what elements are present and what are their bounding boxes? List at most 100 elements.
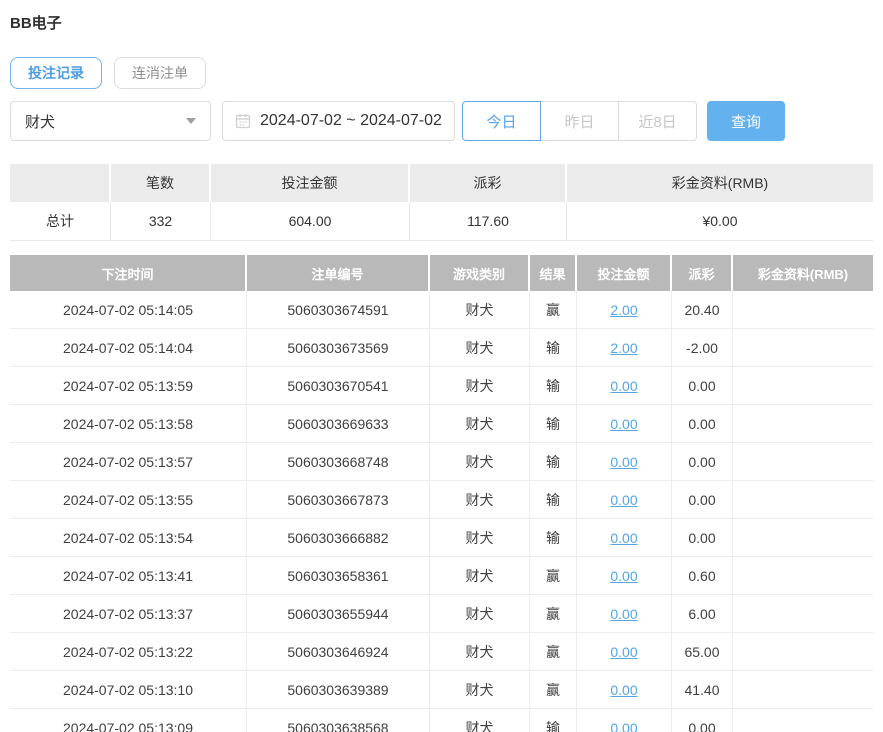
game-type-cell: 财犬	[430, 709, 530, 732]
result-cell: 输	[530, 405, 577, 442]
summary-header-cell: 投注金额	[211, 164, 410, 202]
order-id-cell: 5060303670541	[247, 367, 430, 404]
bonus-cell	[733, 519, 873, 556]
bet-amount-link[interactable]: 0.00	[610, 378, 637, 394]
bonus-cell	[733, 367, 873, 404]
order-id-cell: 5060303655944	[247, 595, 430, 632]
bonus-cell	[733, 595, 873, 632]
order-id-cell: 5060303638568	[247, 709, 430, 732]
bonus-cell	[733, 481, 873, 518]
bet-amount-link[interactable]: 0.00	[610, 720, 637, 732]
bet-time-cell: 2024-07-02 05:13:37	[10, 595, 247, 632]
bet-amount-cell: 2.00	[577, 291, 672, 328]
tab-bet-records-label: 投注记录	[28, 65, 84, 81]
tab-cancelled-orders[interactable]: 连消注单	[114, 57, 206, 89]
bet-amount-link[interactable]: 0.00	[610, 530, 637, 546]
bonus-cell	[733, 443, 873, 480]
payout-cell: 0.60	[672, 557, 733, 594]
today-button[interactable]: 今日	[462, 101, 541, 141]
bet-amount-link[interactable]: 0.00	[610, 454, 637, 470]
bet-amount-link[interactable]: 0.00	[610, 606, 637, 622]
bet-amount-link[interactable]: 2.00	[610, 340, 637, 356]
game-type-cell: 财犬	[430, 595, 530, 632]
summary-table: 笔数 投注金额 派彩 彩金资料(RMB) 总计 332 604.00 117.6…	[10, 164, 873, 241]
bet-time-cell: 2024-07-02 05:14:05	[10, 291, 247, 328]
bet-time-cell: 2024-07-02 05:14:04	[10, 329, 247, 366]
game-type-cell: 财犬	[430, 443, 530, 480]
summary-total-row: 总计 332 604.00 117.60 ¥0.00	[10, 202, 873, 241]
bonus-cell	[733, 405, 873, 442]
search-button[interactable]: 查询	[707, 101, 785, 141]
result-cell: 输	[530, 329, 577, 366]
payout-cell: 6.00	[672, 595, 733, 632]
bonus-cell	[733, 671, 873, 708]
bet-table-body: 2024-07-02 05:14:05 5060303674591 财犬赢 2.00 2…	[10, 291, 873, 732]
order-id-cell: 5060303673569	[247, 329, 430, 366]
last-8-days-button[interactable]: 近8日	[618, 101, 697, 141]
bet-amount-cell: 0.00	[577, 481, 672, 518]
bet-amount-link[interactable]: 0.00	[610, 416, 637, 432]
table-row: 2024-07-02 05:13:58 5060303669633 财犬输 0.00 0…	[10, 405, 873, 443]
game-type-cell: 财犬	[430, 671, 530, 708]
summary-header-cell: 彩金资料(RMB)	[567, 164, 873, 202]
order-id-cell: 5060303666882	[247, 519, 430, 556]
page-title: BB电子	[10, 15, 62, 32]
bet-time-cell: 2024-07-02 05:13:58	[10, 405, 247, 442]
payout-cell: 0.00	[672, 405, 733, 442]
summary-header-cell	[10, 164, 111, 202]
game-select[interactable]: 财犬	[10, 101, 211, 141]
bet-amount-link[interactable]: 0.00	[610, 568, 637, 584]
tab-bet-records[interactable]: 投注记录	[10, 57, 102, 89]
result-cell: 赢	[530, 291, 577, 328]
payout-cell: 41.40	[672, 671, 733, 708]
bet-amount-link[interactable]: 2.00	[610, 302, 637, 318]
bet-amount-cell: 0.00	[577, 595, 672, 632]
tab-cancelled-orders-label: 连消注单	[132, 65, 188, 81]
game-type-cell: 财犬	[430, 519, 530, 556]
bet-amount-cell: 2.00	[577, 329, 672, 366]
bet-time-cell: 2024-07-02 05:13:59	[10, 367, 247, 404]
table-row: 2024-07-02 05:13:22 5060303646924 财犬赢 0.00 6…	[10, 633, 873, 671]
result-cell: 输	[530, 481, 577, 518]
payout-cell: 20.40	[672, 291, 733, 328]
game-type-cell: 财犬	[430, 291, 530, 328]
game-type-cell: 财犬	[430, 557, 530, 594]
bet-amount-cell: 0.00	[577, 633, 672, 670]
bet-table: 下注时间 注单编号 游戏类别 结果 投注金额 派彩 彩金资料(RMB) 2024-07-02…	[10, 255, 873, 732]
order-id-cell: 5060303669633	[247, 405, 430, 442]
bet-amount-link[interactable]: 0.00	[610, 644, 637, 660]
game-select-value: 财犬	[25, 113, 56, 131]
bet-table-header-cell: 结果	[530, 255, 577, 291]
table-row: 2024-07-02 05:13:10 5060303639389 财犬赢 0.00 4…	[10, 671, 873, 709]
summary-header-row: 笔数 投注金额 派彩 彩金资料(RMB)	[10, 164, 873, 202]
bet-time-cell: 2024-07-02 05:13:41	[10, 557, 247, 594]
order-id-cell: 5060303639389	[247, 671, 430, 708]
bet-table-header-cell: 下注时间	[10, 255, 247, 291]
bet-amount-link[interactable]: 0.00	[610, 492, 637, 508]
summary-header-cell: 笔数	[111, 164, 211, 202]
result-cell: 输	[530, 519, 577, 556]
bet-table-header-cell: 注单编号	[247, 255, 430, 291]
table-row: 2024-07-02 05:14:04 5060303673569 财犬输 2.00 -…	[10, 329, 873, 367]
bet-amount-link[interactable]: 0.00	[610, 682, 637, 698]
bet-amount-cell: 0.00	[577, 443, 672, 480]
table-row: 2024-07-02 05:13:57 5060303668748 财犬输 0.00 0…	[10, 443, 873, 481]
yesterday-button[interactable]: 昨日	[540, 101, 619, 141]
game-type-cell: 财犬	[430, 329, 530, 366]
date-range-input[interactable]: 2024-07-02 ~ 2024-07-02	[222, 101, 455, 141]
chevron-down-icon	[186, 118, 196, 124]
payout-cell: 0.00	[672, 367, 733, 404]
date-range-value: 2024-07-02 ~ 2024-07-02	[260, 112, 442, 129]
result-cell: 输	[530, 443, 577, 480]
result-cell: 赢	[530, 671, 577, 708]
bet-amount-cell: 0.00	[577, 367, 672, 404]
table-row: 2024-07-02 05:13:09 5060303638568 财犬输 0.00 0…	[10, 709, 873, 732]
bet-time-cell: 2024-07-02 05:13:09	[10, 709, 247, 732]
bet-amount-cell: 0.00	[577, 557, 672, 594]
last-8-days-button-label: 近8日	[638, 113, 677, 131]
game-type-cell: 财犬	[430, 405, 530, 442]
payout-cell: 0.00	[672, 519, 733, 556]
table-row: 2024-07-02 05:13:41 5060303658361 财犬赢 0.00 0…	[10, 557, 873, 595]
order-id-cell: 5060303668748	[247, 443, 430, 480]
tab-bar: 投注记录 连消注单	[10, 57, 873, 89]
